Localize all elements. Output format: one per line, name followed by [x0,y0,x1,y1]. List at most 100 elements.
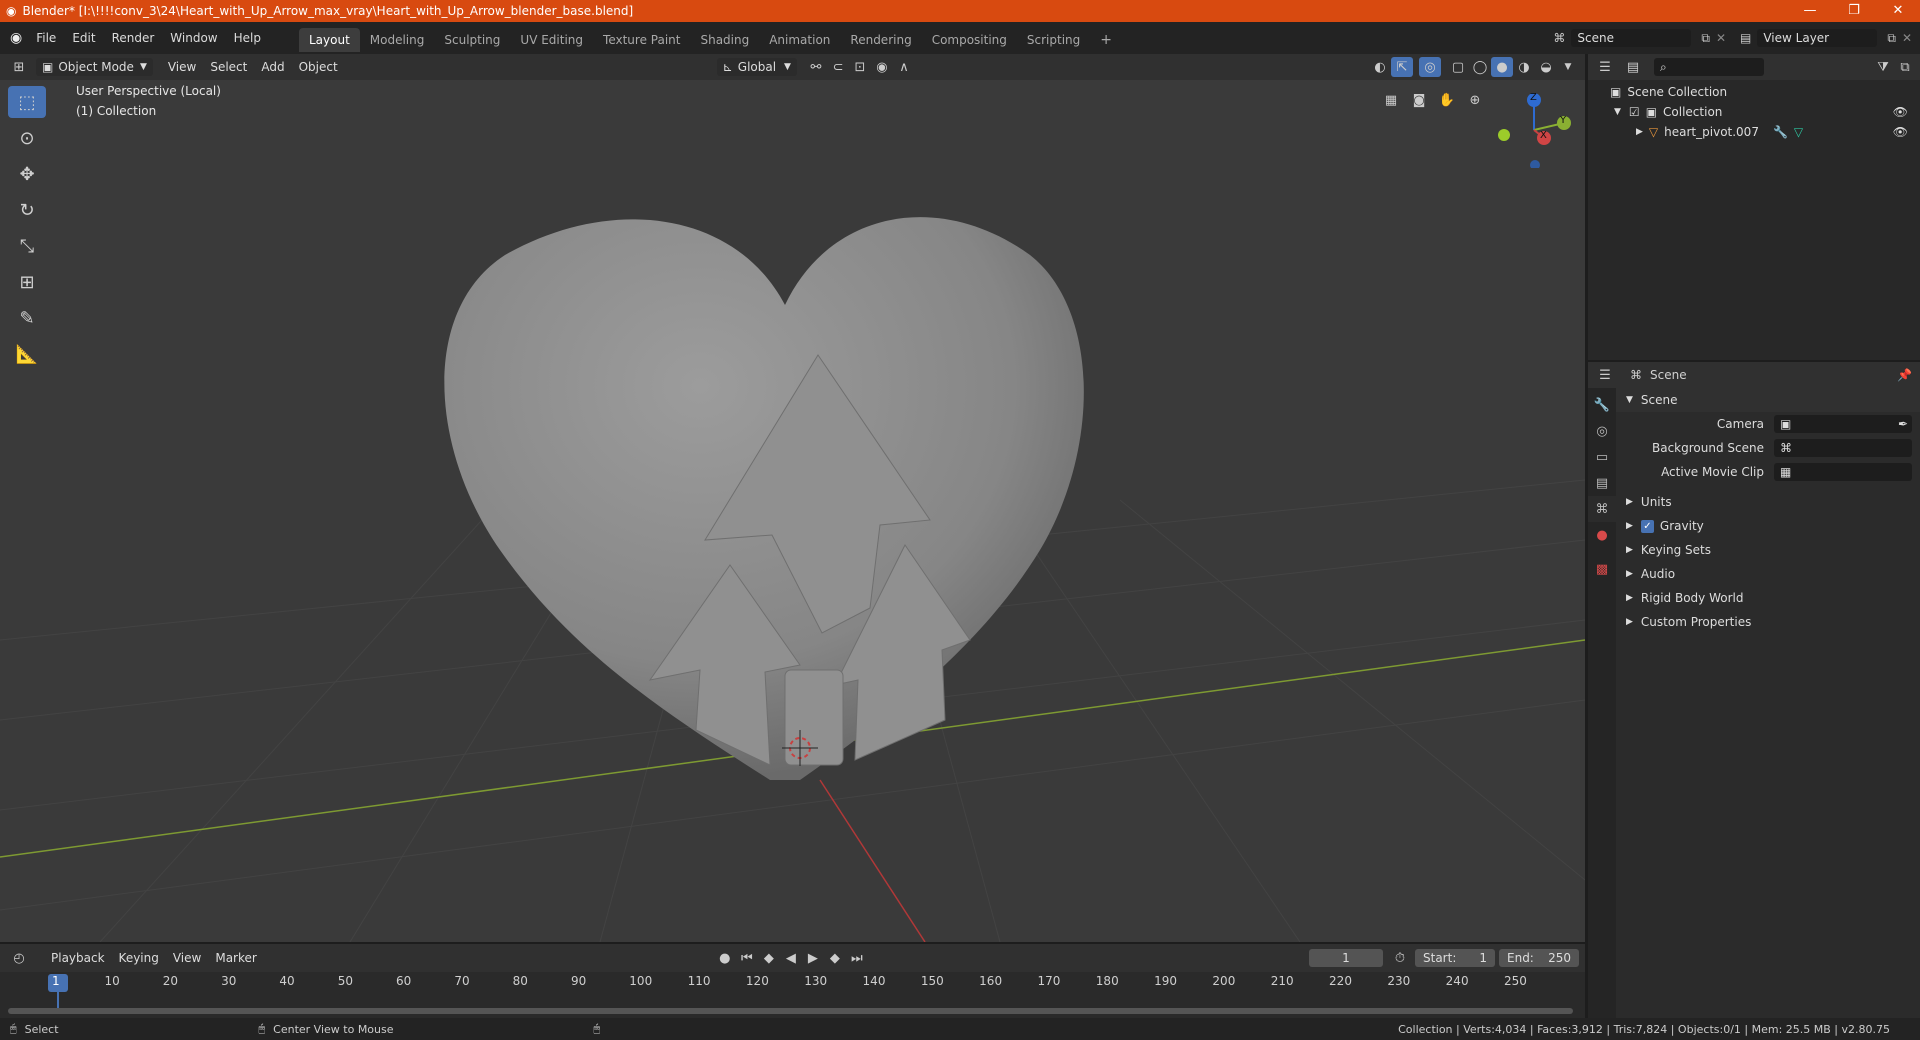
tab-layout[interactable]: Layout [298,28,360,52]
xray-icon[interactable]: ▢ [1447,57,1469,77]
render-tab-icon[interactable]: ◎ [1588,418,1616,444]
scene-field[interactable]: Scene [1571,29,1692,47]
background-scene-field[interactable]: ⌘ [1774,439,1912,457]
camera-view-icon[interactable]: ◙ [1408,90,1430,110]
gizmo-toggle-icon[interactable]: ⇱ [1391,57,1413,77]
play-reverse-icon[interactable]: ◀ [780,948,802,968]
maximize-button[interactable]: ❐ [1832,0,1876,22]
timeline-editor-icon[interactable]: ◴ [8,948,30,968]
rigid-body-world-panel[interactable]: ▶ Rigid Body World [1616,586,1920,610]
preview-range-icon[interactable]: ⏱ [1389,948,1411,968]
rotate-tool[interactable]: ↻ [8,194,46,226]
filter-icon[interactable]: ⧩ [1872,57,1894,77]
tab-scripting[interactable]: Scripting [1017,28,1090,52]
eye-icon[interactable]: 👁 [1893,125,1908,139]
overlay-toggle-icon[interactable]: ◎ [1419,57,1441,77]
active-movie-clip-field[interactable]: ▦ [1774,463,1912,481]
outliner-row-collection[interactable]: ▼ ☑ ▣ Collection 👁 [1588,102,1920,122]
timeline[interactable]: 1 10 20 30 40 50 60 70 80 90 100 110 120 130 140 150 160… [0,972,1585,1018]
delete-scene-icon[interactable]: ✕ [1716,31,1726,45]
keying-sets-panel[interactable]: ▶ Keying Sets [1616,538,1920,562]
tab-animation[interactable]: Animation [759,28,840,52]
properties-editor-icon[interactable]: ☰ [1594,365,1616,385]
audio-panel[interactable]: ▶ Audio [1616,562,1920,586]
tab-texture-paint[interactable]: Texture Paint [593,28,690,52]
play-icon[interactable]: ▶ [802,948,824,968]
shading-options-icon[interactable]: ▼ [1557,57,1579,77]
tab-sculpting[interactable]: Sculpting [434,28,510,52]
menu-marker[interactable]: Marker [208,951,263,965]
viewport-canvas[interactable] [0,80,1585,942]
snap-icon[interactable]: ⊂ [827,57,849,77]
close-button[interactable]: ✕ [1876,0,1920,22]
expand-arrow-icon[interactable]: ▼ [1614,107,1621,117]
expand-arrow-icon[interactable]: ▶ [1636,127,1643,137]
proportional-edit-icon[interactable]: ◉ [871,57,893,77]
outliner-row-heart-pivot[interactable]: ▶ ▽ heart_pivot.007 🔧 ▽ 👁 [1588,122,1920,142]
rendered-shading-icon[interactable]: ◒ [1535,57,1557,77]
menu-file[interactable]: File [28,22,64,54]
transform-tool[interactable]: ⊞ [8,266,46,298]
add-workspace-button[interactable]: + [1090,28,1122,52]
view-layer-field[interactable]: View Layer [1757,29,1878,47]
prev-keyframe-icon[interactable]: ◆ [758,948,780,968]
menu-playback[interactable]: Playback [44,951,112,965]
object-mode-dropdown[interactable]: ▣ Object Mode ▼ [36,58,153,76]
editor-type-icon[interactable]: ⊞ [8,57,30,77]
menu-window[interactable]: Window [162,22,225,54]
eyedropper-icon[interactable]: ✒ [1898,417,1908,431]
menu-view[interactable]: View [161,60,203,74]
annotate-tool[interactable]: ✎ [8,302,46,334]
cursor-tool[interactable]: ⊙ [8,122,46,154]
outliner-row-scene-collection[interactable]: ▣ Scene Collection [1588,82,1920,102]
wireframe-shading-icon[interactable]: ◯ [1469,57,1491,77]
transform-orientation-dropdown[interactable]: ⊾ Global ▼ [716,58,797,76]
start-frame-field[interactable]: Start: 1 [1415,949,1495,967]
pan-hand-icon[interactable]: ✋ [1436,90,1458,110]
blender-menu-icon[interactable]: ◉ [10,30,22,46]
gravity-checkbox[interactable]: ✓ [1640,519,1654,533]
output-tab-icon[interactable]: ▭ [1588,444,1616,470]
pivot-point-icon[interactable]: ⚯ [805,57,827,77]
outliner-editor-icon[interactable]: ☰ [1594,57,1616,77]
scene-selector-icon[interactable]: ⌘ [1553,31,1565,45]
measure-tool[interactable]: 📐 [8,338,46,370]
snap-target-icon[interactable]: ⊡ [849,57,871,77]
menu-keying[interactable]: Keying [112,951,166,965]
minimize-button[interactable]: — [1788,0,1832,22]
tab-modeling[interactable]: Modeling [360,28,435,52]
scene-panel-header[interactable]: ▼ Scene [1616,388,1920,412]
menu-edit[interactable]: Edit [64,22,103,54]
tab-shading[interactable]: Shading [690,28,759,52]
timeline-scrollbar[interactable] [8,1008,1573,1014]
view-layer-icon[interactable]: ▤ [1740,31,1751,45]
next-keyframe-icon[interactable]: ◆ [824,948,846,968]
select-box-tool[interactable]: ⬚ [8,86,46,118]
units-panel[interactable]: ▶ Units [1616,490,1920,514]
world-tab-icon[interactable]: ● [1588,522,1616,548]
menu-timeline-view[interactable]: View [166,951,208,965]
solid-shading-icon[interactable]: ● [1491,57,1513,77]
jump-end-icon[interactable]: ⏭ [846,948,868,968]
current-frame-field[interactable]: 1 [1309,949,1383,967]
gravity-panel[interactable]: ▶ ✓ Gravity [1616,514,1920,538]
zoom-icon[interactable]: ⊕ [1464,90,1486,110]
visibility-icon[interactable]: ◐ [1369,57,1391,77]
menu-render[interactable]: Render [104,22,163,54]
custom-properties-panel[interactable]: ▶ Custom Properties [1616,610,1920,634]
menu-add[interactable]: Add [254,60,291,74]
material-shading-icon[interactable]: ◑ [1513,57,1535,77]
menu-select[interactable]: Select [203,60,254,74]
delete-view-layer-icon[interactable]: ✕ [1902,31,1912,45]
scale-tool[interactable]: ⤡ [8,230,46,262]
3d-viewport[interactable]: User Perspective (Local) (1) Collection … [0,80,1585,942]
new-scene-icon[interactable]: ⧉ [1701,31,1710,46]
jump-start-icon[interactable]: ⏮ [736,948,758,968]
end-frame-field[interactable]: End: 250 [1499,949,1579,967]
scene-tab-icon[interactable]: ⌘ [1588,496,1616,522]
eye-icon[interactable]: 👁 [1893,105,1908,119]
menu-object[interactable]: Object [292,60,345,74]
new-view-layer-icon[interactable]: ⧉ [1887,31,1896,46]
texture-tab-icon[interactable]: ▩ [1588,556,1616,582]
move-tool[interactable]: ✥ [8,158,46,190]
